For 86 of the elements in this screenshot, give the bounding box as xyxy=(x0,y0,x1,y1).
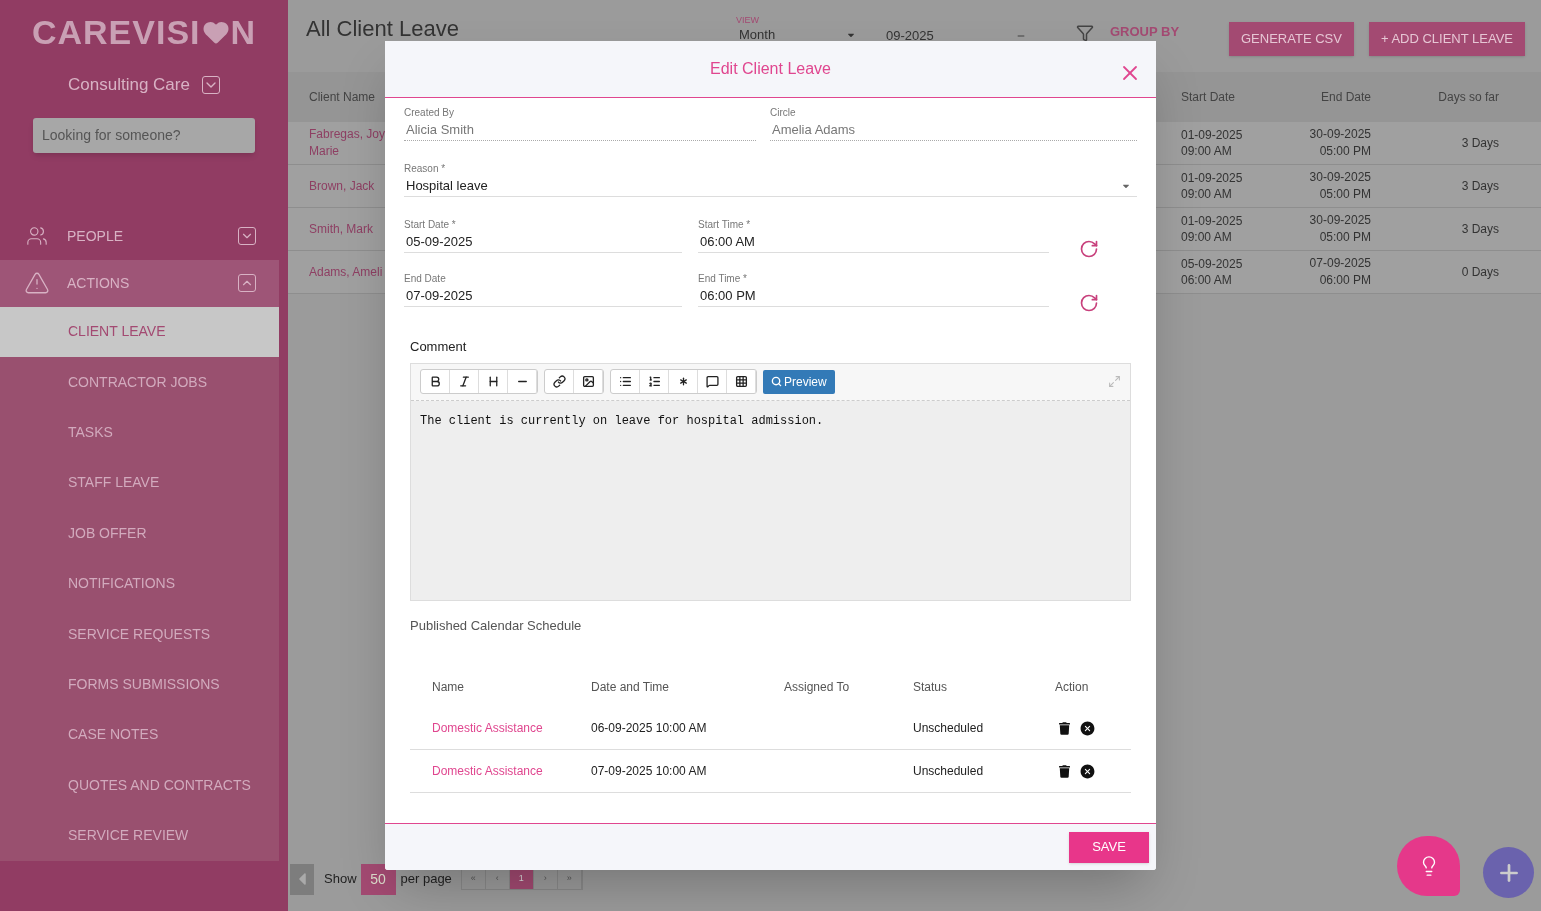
section-title: Published Calendar Schedule xyxy=(410,616,583,635)
sidebar-toggle-button[interactable] xyxy=(290,863,314,895)
comment-text: The client is currently on leave for hospital admission. xyxy=(411,400,1130,600)
dropdown-icon[interactable] xyxy=(201,75,220,94)
nav-subitem[interactable]: CASE NOTES xyxy=(0,709,279,760)
column-header: Name xyxy=(432,679,465,696)
field-label: Start Time * xyxy=(698,219,752,231)
table-cell-text: Unscheduled xyxy=(913,763,985,780)
input-field[interactable]: 06:00 PM xyxy=(698,285,1049,307)
service-link[interactable]: Domestic Assistance xyxy=(432,719,591,737)
logo-text: N xyxy=(230,11,257,53)
field-label: Reason * xyxy=(404,163,447,175)
table-cell-text: 3 Days xyxy=(1460,221,1499,238)
expand-icon[interactable] xyxy=(238,227,256,245)
input-field[interactable]: 07-09-2025 xyxy=(404,285,682,307)
page-size-select[interactable]: 50 xyxy=(360,863,396,895)
service-link[interactable]: Domestic Assistance xyxy=(432,762,591,780)
table-cell-text: 0 Days xyxy=(1460,264,1499,281)
nav-item[interactable]: PEOPLE xyxy=(0,212,279,260)
field-label: End Date xyxy=(404,273,447,285)
dialog-title: Edit Client Leave xyxy=(710,59,831,79)
table-cell-text: 05-09-2025 06:00 AM xyxy=(1181,256,1244,288)
save-button[interactable]: SAVE xyxy=(1069,831,1149,863)
column-header: Days so far xyxy=(1437,89,1499,106)
comment-editor[interactable]: Preview The client is currently on leave for hospital admission. xyxy=(410,362,1131,601)
table-cell-text: 07-09-2025 10:00 AM xyxy=(591,763,708,780)
cancel-icon[interactable] xyxy=(1079,762,1096,780)
column-header: Client Name xyxy=(309,89,377,106)
reset-icon[interactable] xyxy=(1079,239,1099,259)
group-by-link[interactable]: GROUP BY xyxy=(1110,22,1180,42)
per-page-label: per page xyxy=(400,870,452,889)
nav-subitem[interactable]: SERVICE REQUESTS xyxy=(0,608,279,660)
delete-icon[interactable] xyxy=(1059,764,1070,778)
preview-button[interactable]: Preview xyxy=(763,369,835,394)
add-button[interactable] xyxy=(1483,847,1534,898)
nav-subitem[interactable]: SERVICE REVIEW xyxy=(0,810,279,861)
table-cell-text: 30-09-2025 05:00 PM xyxy=(1308,126,1371,160)
table-cell-text: 07-09-2025 06:00 PM xyxy=(1308,255,1371,289)
nav-subitem[interactable]: QUOTES AND CONTRACTS xyxy=(0,760,279,811)
nav-subitem[interactable]: STAFF LEAVE xyxy=(0,457,279,509)
nav-item[interactable]: ACTIONS xyxy=(0,259,279,307)
input-field[interactable]: Hospital leave xyxy=(404,175,1137,197)
nav-subitem[interactable]: NOTIFICATIONS xyxy=(0,558,279,609)
table-cell-text: 30-09-2025 05:00 PM xyxy=(1308,212,1371,246)
delete-icon[interactable] xyxy=(1059,721,1070,735)
cancel-icon[interactable] xyxy=(1079,719,1096,737)
collapse-icon[interactable] xyxy=(238,274,256,292)
search-field[interactable]: Looking for someone? xyxy=(33,117,255,153)
column-header: Action xyxy=(1055,679,1090,696)
input-field[interactable]: Alicia Smith xyxy=(404,119,756,141)
field-label: Circle xyxy=(770,107,797,119)
filter-icon[interactable] xyxy=(1076,24,1094,42)
table-cell-text: 01-09-2025 09:00 AM xyxy=(1181,213,1244,245)
table-cell-text: Unscheduled xyxy=(913,720,985,737)
nav-subitem[interactable]: JOB OFFER xyxy=(0,508,279,559)
show-label: Show xyxy=(324,870,357,889)
search-icon xyxy=(771,376,782,387)
input-field[interactable]: Amelia Adams xyxy=(770,119,1137,141)
field-label: End Time * xyxy=(698,273,748,285)
table-cell-text: 06-09-2025 10:00 AM xyxy=(591,720,708,737)
input-field[interactable]: 05-09-2025 xyxy=(404,231,682,253)
column-header: Date and Time xyxy=(591,679,671,696)
action-button[interactable]: GENERATE CSV xyxy=(1229,22,1354,56)
nav-subitem[interactable]: FORMS SUBMISSIONS xyxy=(0,659,279,710)
table-cell-text: 01-09-2025 09:00 AM xyxy=(1181,170,1244,202)
action-button[interactable]: + ADD CLIENT LEAVE xyxy=(1368,22,1525,56)
reset-icon[interactable] xyxy=(1079,293,1099,313)
field-label: Created By xyxy=(404,107,456,119)
organization-name: Consulting Care xyxy=(68,74,190,96)
logo-text: CAREVISI xyxy=(31,11,201,53)
field-label: Start Date * xyxy=(404,219,457,231)
column-header: Status xyxy=(913,679,949,696)
table-cell-text: 30-09-2025 05:00 PM xyxy=(1308,169,1371,203)
page-title: All Client Leave xyxy=(306,16,460,42)
table-cell-text: 3 Days xyxy=(1460,178,1499,195)
nav-subitem[interactable]: TASKS xyxy=(0,407,279,458)
comment-label: Comment xyxy=(410,338,468,356)
input-field[interactable]: 06:00 AM xyxy=(698,231,1049,253)
warning-icon xyxy=(23,270,51,296)
table-cell-text: 01-09-2025 09:00 AM xyxy=(1181,127,1244,159)
column-header: Start Date xyxy=(1181,89,1237,106)
nav-subitem[interactable]: CONTRACTOR JOBS xyxy=(0,356,279,408)
column-header: Assigned To xyxy=(784,679,851,696)
column-header: End Date xyxy=(1319,89,1371,106)
table-cell-text: 3 Days xyxy=(1460,135,1499,152)
nav-subitem[interactable]: CLIENT LEAVE xyxy=(0,306,279,357)
